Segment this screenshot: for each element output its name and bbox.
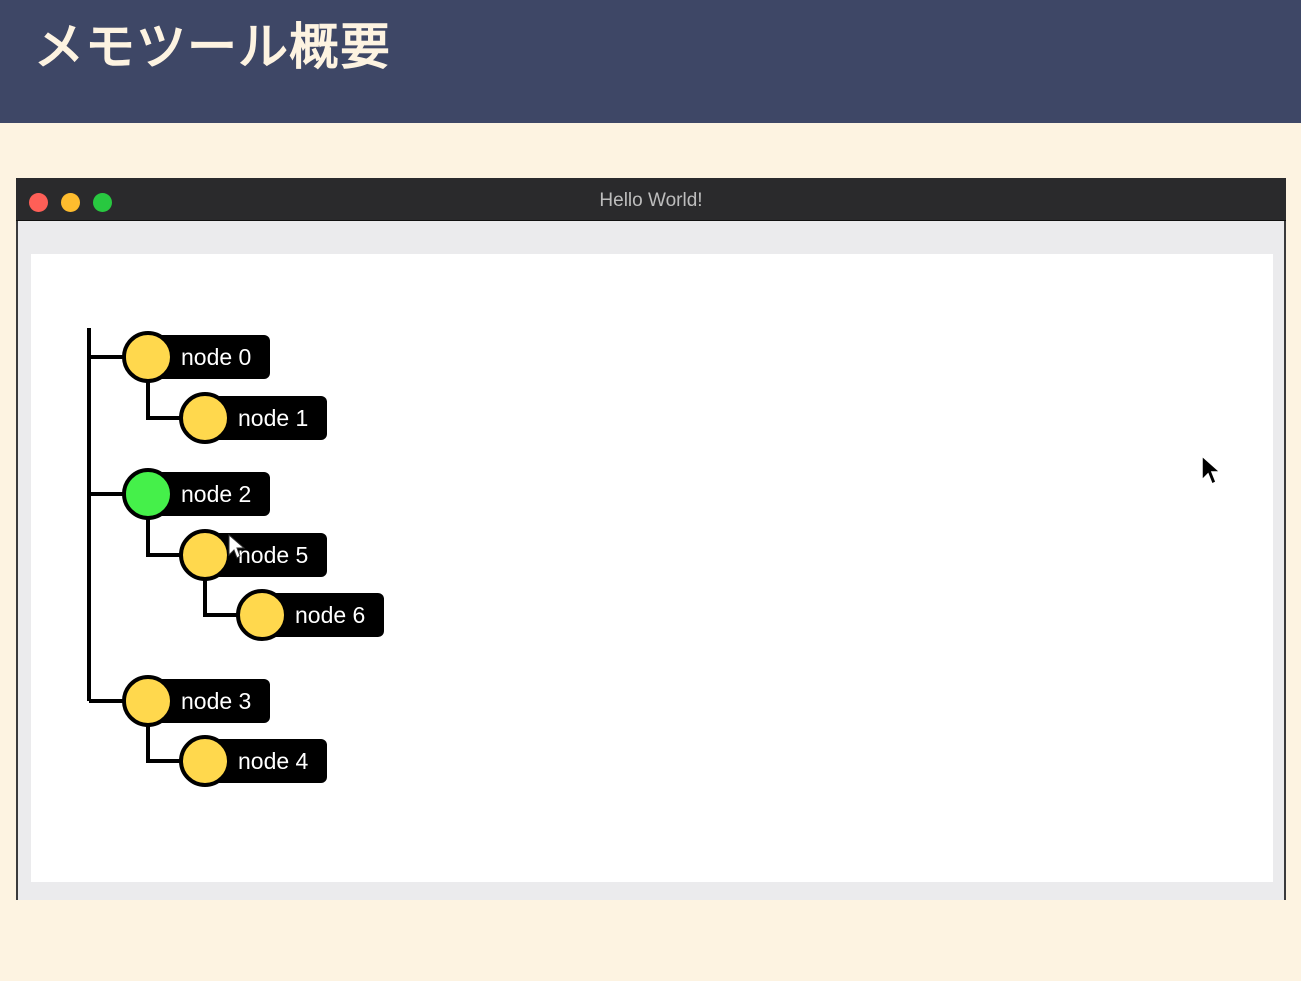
tree-node-circle[interactable] <box>122 675 174 727</box>
tree-node-label: node 6 <box>295 602 365 628</box>
tree-node[interactable]: node 4 <box>179 735 327 787</box>
app-window: Hello World! node 0 node 1 node 2 node 5 nod… <box>16 178 1286 900</box>
tree-node-label: node 3 <box>181 688 251 714</box>
slide-title: メモツール概要 <box>34 18 391 76</box>
window-titlebar[interactable]: Hello World! <box>16 178 1286 221</box>
mouse-cursor-icon <box>1201 454 1222 486</box>
tree-node-label: node 0 <box>181 344 251 370</box>
window-title: Hello World! <box>599 190 703 211</box>
slide-header: メモツール概要 <box>0 0 1301 123</box>
tree-view[interactable]: node 0 node 1 node 2 node 5 node 6 node 3 node… <box>31 254 1273 882</box>
tree-node-circle[interactable] <box>236 589 288 641</box>
tree-node[interactable]: node 3 <box>122 675 270 727</box>
tree-node-label: node 4 <box>238 748 309 774</box>
tree-connector-line <box>146 381 181 420</box>
tree-node-circle[interactable] <box>122 331 174 383</box>
tree-node-label: node 5 <box>238 542 308 568</box>
tree-node[interactable]: node 5 <box>179 529 327 581</box>
tree-node[interactable]: node 1 <box>179 392 327 444</box>
tree-canvas[interactable]: node 0 node 1 node 2 node 5 node 6 node 3 node… <box>31 254 1273 882</box>
tree-node-circle[interactable] <box>179 392 231 444</box>
tree-connector-line <box>203 579 238 617</box>
tree-node-selected-circle[interactable] <box>122 468 174 520</box>
tree-node-label: node 1 <box>238 405 308 431</box>
tree-connector-line <box>146 725 181 763</box>
tree-connector-line <box>146 518 181 557</box>
tree-node-circle[interactable] <box>179 735 231 787</box>
tree-node[interactable]: node 2 <box>122 468 270 520</box>
tree-node-circle[interactable] <box>179 529 231 581</box>
tree-node[interactable]: node 6 <box>236 589 384 641</box>
tree-node[interactable]: node 0 <box>122 331 270 383</box>
tree-node-label: node 2 <box>181 481 251 507</box>
secondary-cursor-icon <box>228 533 246 559</box>
